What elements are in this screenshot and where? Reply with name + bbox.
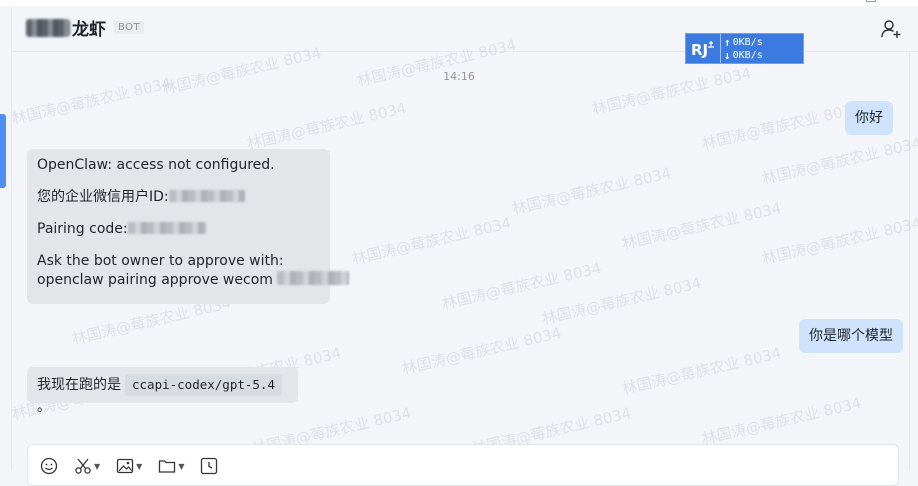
chevron-down-icon: ▼ [94, 461, 101, 471]
bot-message-line: 您的企业微信用户ID: [37, 189, 320, 205]
message-timestamp: 14:16 [443, 70, 475, 83]
redacted-name [26, 18, 70, 37]
chevron-down-icon: ▼ [178, 461, 185, 471]
bot-message-line: OpenClaw: access not configured. [37, 157, 275, 173]
watermark: 林国涛@莓族农业 8034 [350, 213, 514, 269]
network-rates: ↑ 0KB/s ↓ 0KB/s [724, 36, 763, 62]
redacted-pairing-code [127, 222, 206, 234]
message-composer[interactable]: ▼ ▼ ▼ [27, 444, 899, 486]
pairing-code-label: Pairing code: [37, 221, 128, 237]
chat-title-text: 龙虾 [72, 20, 106, 40]
watermark: 林国涛@莓族农业 8034 [510, 163, 674, 219]
upload-rate: ↑ 0KB/s [724, 36, 763, 49]
download-value: 0KB/s [732, 49, 763, 61]
bot-message-line: Pairing code: [37, 221, 320, 237]
bot-message-suffix: 。 [37, 399, 51, 415]
user-message-text: 你是哪个模型 [809, 328, 893, 344]
watermark: 林国涛@莓族农业 8034 [440, 258, 604, 314]
window-controls: ✕ [866, 0, 910, 4]
redacted-command-arg [277, 271, 350, 285]
watermark: 林国涛@莓族农业 8034 [620, 198, 784, 254]
emoji-icon [40, 457, 58, 475]
close-icon[interactable]: ✕ [900, 0, 910, 4]
user-message-bubble[interactable]: 你是哪个模型 [799, 319, 903, 353]
scissors-icon [75, 458, 91, 474]
image-icon [117, 458, 134, 474]
chevron-down-icon: ▼ [136, 461, 143, 471]
screenshot-button[interactable]: ▼ [74, 457, 100, 475]
user-id-label: 您的企业微信用户ID: [37, 189, 169, 205]
model-name-code: ccapi-codex/gpt-5.4 [125, 374, 282, 396]
watermark: 林国涛@莓族农业 8034 [620, 343, 784, 399]
clock-icon [201, 457, 218, 475]
chat-title: 龙虾 BOT [26, 15, 145, 40]
folder-icon [159, 460, 176, 473]
bot-message-line: openclaw pairing approve wecom [37, 271, 350, 288]
svg-text:RJ: RJ [691, 41, 708, 59]
upload-value: 0KB/s [732, 36, 763, 48]
upload-arrow-icon: ↑ [724, 35, 731, 49]
maximize-icon[interactable] [866, 0, 876, 2]
bot-message-bubble[interactable]: 我现在跑的是 ccapi-codex/gpt-5.4 。 [27, 367, 298, 415]
composer-toolbar: ▼ ▼ ▼ [40, 457, 218, 475]
bot-message-bubble[interactable]: OpenClaw: access not configured. 您的企业微信用… [27, 149, 350, 304]
watermark: 林国涛@莓族农业 8034 [400, 323, 564, 379]
user-message-bubble[interactable]: 你好 [845, 101, 893, 135]
download-rate: ↓ 0KB/s [724, 49, 763, 62]
watermark: 林国涛@莓族农业 8034 [760, 133, 918, 189]
watermark: 林国涛@莓族农业 8034 [760, 213, 918, 269]
image-button[interactable]: ▼ [116, 457, 142, 475]
emoji-button[interactable] [40, 457, 58, 475]
add-member-icon[interactable] [880, 18, 902, 40]
user-message-text: 你好 [855, 110, 883, 126]
approve-command: openclaw pairing approve wecom [37, 272, 273, 288]
network-speed-widget[interactable]: RJ ↑ 0KB/s ↓ 0KB/s [685, 33, 804, 64]
sidebar-active-indicator[interactable] [0, 114, 6, 188]
bot-badge: BOT [114, 21, 145, 34]
watermark: 林国涛@莓族农业 8034 [700, 98, 864, 154]
bot-message-line: Ask the bot owner to approve with: [37, 253, 284, 269]
network-logo-icon: RJ [686, 34, 721, 63]
watermark: 林国涛@莓族农业 8034 [245, 98, 409, 154]
schedule-button[interactable] [200, 457, 218, 475]
bot-message-text: 我现在跑的是 [37, 377, 121, 393]
watermark: 林国涛@莓族农业 8034 [700, 393, 864, 449]
folder-button[interactable]: ▼ [158, 457, 184, 475]
download-arrow-icon: ↓ [724, 48, 731, 62]
watermark: 林国涛@莓族农业 8034 [540, 273, 704, 329]
redacted-user-id [168, 190, 245, 202]
